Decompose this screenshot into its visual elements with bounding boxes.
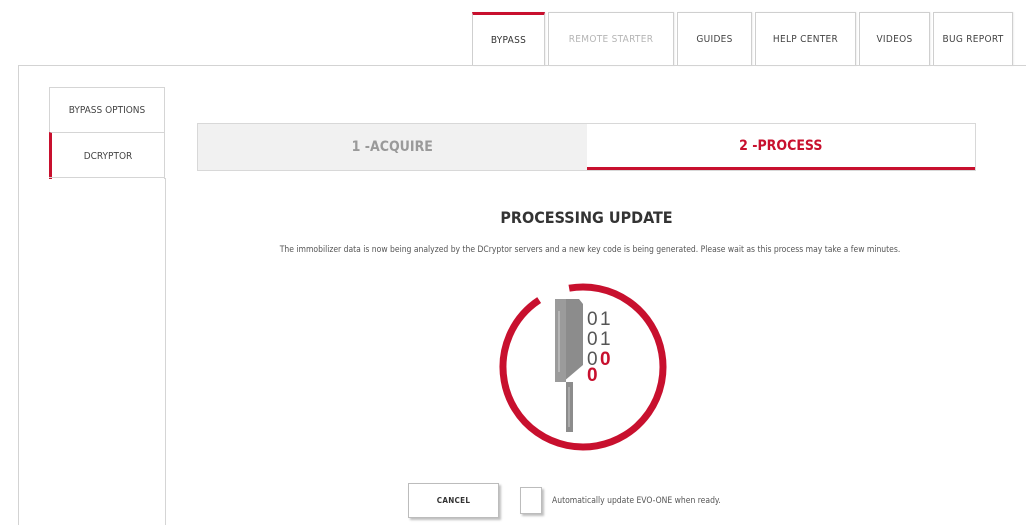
tab-guides[interactable]: GUIDES bbox=[677, 12, 752, 66]
tab-bypass[interactable]: BYPASS bbox=[472, 12, 545, 66]
side-tab-bypass-options[interactable]: BYPASS OPTIONS bbox=[49, 87, 165, 132]
cancel-button[interactable]: CANCEL bbox=[408, 483, 499, 518]
processing-description: The immobilizer data is now being analyz… bbox=[279, 245, 901, 255]
side-nav: BYPASS OPTIONS DCRYPTOR bbox=[49, 87, 165, 179]
digit-r1c1: 0 bbox=[587, 309, 598, 330]
tab-bug-report[interactable]: BUG REPORT bbox=[933, 12, 1013, 66]
key-binary-processing-icon: 0 1 0 1 0 0 0 bbox=[499, 283, 667, 451]
page: BYPASS REMOTE STARTER GUIDES HELP CENTER… bbox=[0, 0, 1026, 525]
tab-remote-starter[interactable]: REMOTE STARTER bbox=[548, 12, 674, 66]
side-nav-border bbox=[165, 178, 166, 525]
step-acquire: 1 -ACQUIRE bbox=[198, 124, 587, 170]
auto-update-label[interactable]: Automatically update EVO-ONE when ready. bbox=[552, 496, 721, 506]
side-tab-divider bbox=[49, 177, 165, 178]
digit-r1c2: 1 bbox=[600, 309, 611, 330]
tab-help-center[interactable]: HELP CENTER bbox=[755, 12, 856, 66]
key-edge-shape bbox=[555, 299, 566, 382]
digit-r2c2: 1 bbox=[600, 329, 611, 350]
auto-update-checkbox[interactable] bbox=[520, 487, 542, 514]
digit-r2c1: 0 bbox=[587, 329, 598, 350]
step-process: 2 -PROCESS bbox=[586, 124, 975, 170]
step-indicator: 1 -ACQUIRE 2 -PROCESS bbox=[197, 123, 976, 171]
tab-videos[interactable]: VIDEOS bbox=[859, 12, 930, 66]
digit-r3c2: 0 bbox=[600, 349, 611, 370]
top-nav-tabs: BYPASS REMOTE STARTER GUIDES HELP CENTER… bbox=[472, 12, 1016, 66]
auto-update-option[interactable]: Automatically update EVO-ONE when ready. bbox=[520, 487, 721, 514]
digit-r4c1: 0 bbox=[587, 365, 598, 386]
side-tab-dcryptor[interactable]: DCRYPTOR bbox=[49, 132, 165, 179]
page-title: PROCESSING UPDATE bbox=[500, 208, 673, 227]
